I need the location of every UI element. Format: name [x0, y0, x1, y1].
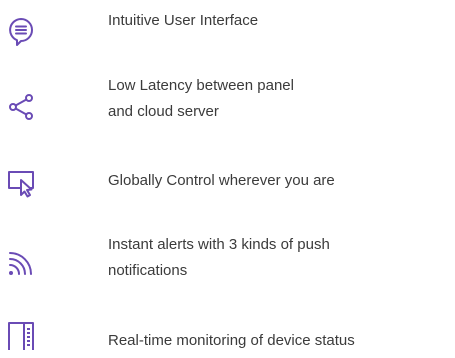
- feature-text: Low Latency between panel and cloud serv…: [108, 73, 294, 125]
- feature-text-line: Intuitive User Interface: [108, 12, 259, 29]
- feature-text: Instant alerts with 3 kinds of push noti…: [108, 232, 330, 284]
- feature-list: Intuitive User Interface Low Latency bet…: [0, 0, 455, 358]
- feature-text-line: Globally Control wherever you are: [108, 172, 335, 189]
- monitor-cursor-icon: [6, 168, 36, 198]
- feature-text: Globally Control wherever you are: [108, 168, 335, 194]
- device-panel-icon: [6, 320, 36, 350]
- feature-text-line: notifications: [108, 262, 188, 279]
- share-icon: [6, 92, 36, 122]
- rss-feed-icon: [6, 248, 36, 278]
- chat-bubble-icon: [6, 16, 36, 46]
- feature-text-line: and cloud server: [108, 103, 219, 120]
- feature-text-line: Instant alerts with 3 kinds of push: [108, 236, 330, 253]
- feature-text-line: Low Latency between panel: [108, 77, 294, 94]
- feature-text-line: Real-time monitoring of device status: [108, 332, 355, 349]
- feature-text: Real-time monitoring of device status: [108, 328, 355, 354]
- feature-text: Intuitive User Interface: [108, 8, 258, 34]
